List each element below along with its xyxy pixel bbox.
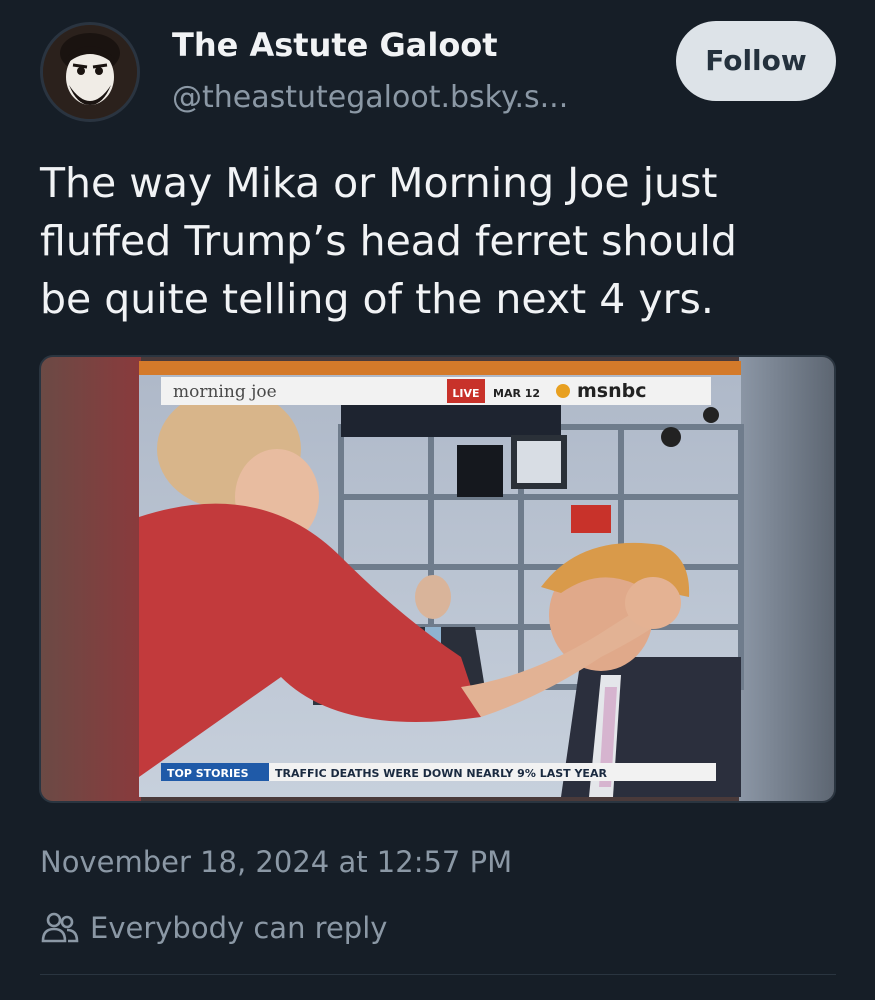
post-text-line: be quite telling of the next 4 yrs. [40,275,714,323]
ticker-label: TOP STORIES [167,767,249,780]
author-display-name[interactable]: The Astute Galoot [172,26,498,64]
author-handle[interactable]: @theastutegaloot.bsky.s... [172,80,568,115]
show-name: morning joe [173,382,277,402]
post-text: The way Mika or Morning Joe just fluffed… [40,154,830,328]
post-text-line: The way Mika or Morning Joe just [40,159,718,207]
peacock-icon [556,384,570,398]
author-avatar[interactable] [40,22,140,122]
post-text-line: fluffed Trump’s head ferret should [40,217,737,265]
ticker-text: TRAFFIC DEATHS WERE DOWN NEARLY 9% LAST … [275,767,607,780]
video-frame: morning joe LIVE MAR 12 msnbc TOP STORIE… [41,357,834,801]
people-icon [41,912,79,943]
post-timestamp[interactable]: November 18, 2024 at 12:57 PM [40,845,512,879]
divider [40,974,836,975]
reply-setting[interactable]: Everybody can reply [40,908,387,948]
live-badge: LIVE [452,387,479,400]
avatar-image [43,25,137,119]
reply-setting-label: Everybody can reply [90,911,388,945]
video-embed[interactable]: morning joe LIVE MAR 12 msnbc TOP STORIE… [39,355,836,803]
follow-button[interactable]: Follow [676,21,836,101]
broadcast-date: MAR 12 [493,387,540,400]
network-logo: msnbc [577,380,647,402]
